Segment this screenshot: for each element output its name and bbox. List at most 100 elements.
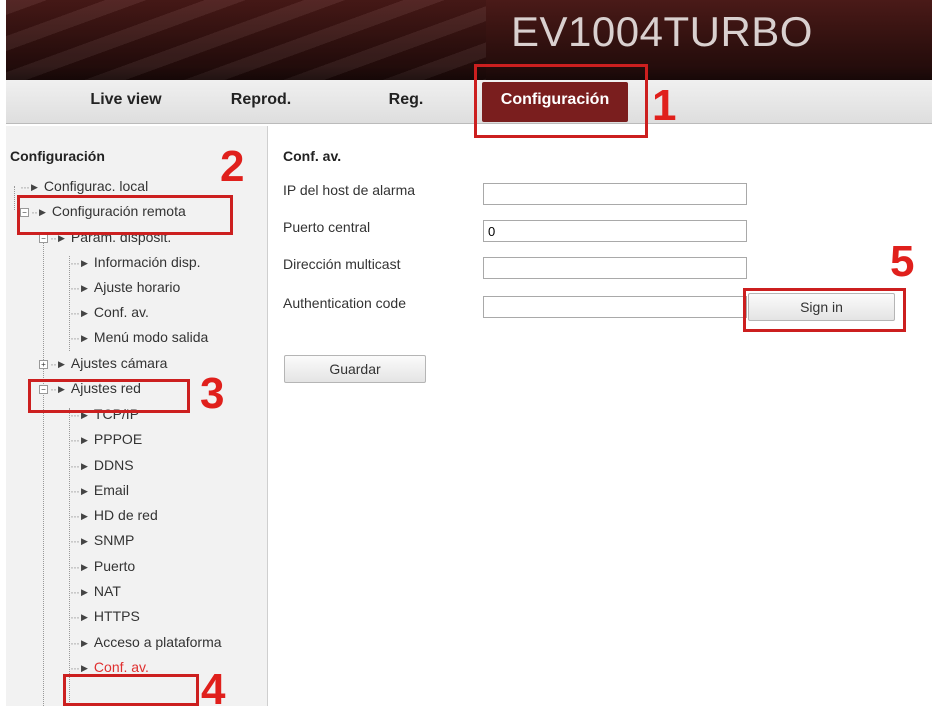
annotation-number-2: 2 bbox=[220, 142, 245, 191]
tree-connector: ··· bbox=[20, 180, 30, 194]
caret-right-icon: ▶ bbox=[81, 410, 88, 420]
sidebar-item-label: HTTPS bbox=[93, 608, 140, 624]
caret-right-icon: ▶ bbox=[81, 435, 88, 445]
tree-connector: ··· bbox=[70, 585, 80, 599]
tree-connector: ·· bbox=[50, 231, 57, 245]
caret-right-icon: ▶ bbox=[58, 359, 65, 369]
tab-reprod[interactable]: Reprod. bbox=[211, 80, 311, 124]
caret-right-icon: ▶ bbox=[81, 663, 88, 673]
sidebar-item-param-disposit[interactable]: − ·· ▶ Param. disposit. bbox=[39, 229, 171, 245]
sidebar-title: Configuración bbox=[10, 148, 105, 164]
expand-icon[interactable]: + bbox=[39, 360, 48, 369]
tree-connector: ··· bbox=[70, 281, 80, 295]
sidebar-item-label: Conf. av. bbox=[93, 659, 149, 675]
annotation-number-5: 5 bbox=[890, 237, 915, 286]
caret-right-icon: ▶ bbox=[81, 308, 88, 318]
main-panel: Conf. av. IP del host de alarma Puerto c… bbox=[269, 126, 932, 706]
collapse-icon[interactable]: − bbox=[39, 234, 48, 243]
caret-right-icon: ▶ bbox=[81, 587, 88, 597]
sidebar-item-acceso-a-plataforma[interactable]: ··· ▶ Acceso a plataforma bbox=[70, 634, 222, 650]
save-button[interactable]: Guardar bbox=[284, 355, 426, 383]
tree-connector bbox=[43, 236, 44, 706]
tree-connector: ·· bbox=[50, 382, 57, 396]
caret-right-icon: ▶ bbox=[81, 486, 88, 496]
sidebar-item-label: PPPOE bbox=[93, 431, 143, 447]
sidebar-item-snmp[interactable]: ··· ▶ SNMP bbox=[70, 532, 134, 548]
sidebar-item-informacion-disp[interactable]: ··· ▶ Información disp. bbox=[70, 254, 201, 270]
caret-right-icon: ▶ bbox=[81, 283, 88, 293]
caret-right-icon: ▶ bbox=[58, 384, 65, 394]
sidebar-item-label: SNMP bbox=[93, 532, 135, 548]
sidebar-item-label: NAT bbox=[93, 583, 121, 599]
sidebar-item-label: HD de red bbox=[93, 507, 158, 523]
alarm-host-ip-label: IP del host de alarma bbox=[283, 182, 416, 198]
tree-connector: ·· bbox=[50, 357, 57, 371]
caret-right-icon: ▶ bbox=[81, 612, 88, 622]
tab-configuracion[interactable]: Configuración bbox=[482, 82, 628, 122]
sidebar-item-ajustes-camara[interactable]: + ·· ▶ Ajustes cámara bbox=[39, 355, 167, 371]
multicast-address-input[interactable] bbox=[483, 257, 747, 279]
authentication-code-label: Authentication code bbox=[283, 295, 406, 311]
tree-connector: ··· bbox=[70, 331, 80, 345]
tree-connector bbox=[14, 186, 15, 210]
central-port-label: Puerto central bbox=[283, 219, 371, 235]
alarm-host-ip-input[interactable] bbox=[483, 183, 747, 205]
sidebar-item-hd-de-red[interactable]: ··· ▶ HD de red bbox=[70, 507, 158, 523]
annotation-number-3: 3 bbox=[200, 369, 225, 418]
sidebar-item-pppoe[interactable]: ··· ▶ PPPOE bbox=[70, 431, 142, 447]
sidebar-item-menu-modo-salida[interactable]: ··· ▶ Menú modo salida bbox=[70, 329, 208, 345]
sidebar-item-conf-av-disposit[interactable]: ··· ▶ Conf. av. bbox=[70, 304, 149, 320]
sidebar-item-label: DDNS bbox=[93, 457, 134, 473]
sidebar-item-label: Conf. av. bbox=[93, 304, 149, 320]
tab-reg[interactable]: Reg. bbox=[371, 80, 441, 124]
tree-connector: ··· bbox=[70, 459, 80, 473]
tab-live-view[interactable]: Live view bbox=[66, 80, 186, 124]
sidebar-item-label: Email bbox=[93, 482, 129, 498]
caret-right-icon: ▶ bbox=[81, 562, 88, 572]
page-title: Conf. av. bbox=[283, 148, 342, 164]
sidebar-item-ddns[interactable]: ··· ▶ DDNS bbox=[70, 457, 134, 473]
sidebar-item-label: Configurac. local bbox=[43, 178, 149, 194]
collapse-icon[interactable]: − bbox=[39, 385, 48, 394]
sidebar-tree: Configuración ··· ▶ Configurac. local − ·· ▶… bbox=[6, 126, 268, 706]
sidebar-item-ajustes-red[interactable]: − ·· ▶ Ajustes red bbox=[39, 380, 141, 396]
tree-connector: ··· bbox=[70, 256, 80, 270]
sidebar-item-label: Param. disposit. bbox=[70, 229, 172, 245]
tree-connector: ··· bbox=[70, 610, 80, 624]
caret-right-icon: ▶ bbox=[81, 638, 88, 648]
tree-connector: ··· bbox=[70, 408, 80, 422]
brand-title: EV1004TURBO bbox=[511, 8, 813, 55]
multicast-address-label: Dirección multicast bbox=[283, 256, 401, 272]
sidebar-item-tcp-ip[interactable]: ··· ▶ TCP/IP bbox=[70, 406, 139, 422]
tree-connector: ··· bbox=[70, 433, 80, 447]
sidebar-item-https[interactable]: ··· ▶ HTTPS bbox=[70, 608, 140, 624]
sidebar-item-nat[interactable]: ··· ▶ NAT bbox=[70, 583, 121, 599]
authentication-code-input[interactable] bbox=[483, 296, 747, 318]
header-banner: EV1004TURBO bbox=[6, 0, 932, 80]
sidebar-item-ajuste-horario[interactable]: ··· ▶ Ajuste horario bbox=[70, 279, 180, 295]
tree-connector: ··· bbox=[70, 484, 80, 498]
sidebar-item-label: Información disp. bbox=[93, 254, 201, 270]
sidebar-item-conf-av-red[interactable]: ··· ▶ Conf. av. bbox=[70, 659, 149, 675]
caret-right-icon: ▶ bbox=[81, 511, 88, 521]
annotation-number-4: 4 bbox=[201, 665, 226, 706]
sidebar-item-label: Ajuste horario bbox=[93, 279, 181, 295]
central-port-input[interactable] bbox=[483, 220, 747, 242]
tree-connector: ·· bbox=[31, 205, 38, 219]
sidebar-item-label: Ajustes red bbox=[70, 380, 141, 396]
caret-right-icon: ▶ bbox=[81, 461, 88, 471]
tree-connector: ··· bbox=[70, 509, 80, 523]
sidebar-item-configuracion-remota[interactable]: − ·· ▶ Configuración remota bbox=[20, 203, 186, 219]
top-nav: Live view Reprod. Reg. Configuración bbox=[6, 80, 932, 124]
sign-in-button[interactable]: Sign in bbox=[748, 293, 895, 321]
tree-connector: ··· bbox=[70, 560, 80, 574]
sidebar-item-puerto[interactable]: ··· ▶ Puerto bbox=[70, 558, 135, 574]
sidebar-item-email[interactable]: ··· ▶ Email bbox=[70, 482, 129, 498]
caret-right-icon: ▶ bbox=[81, 333, 88, 343]
caret-right-icon: ▶ bbox=[31, 182, 38, 192]
caret-right-icon: ▶ bbox=[39, 207, 46, 217]
collapse-icon[interactable]: − bbox=[20, 208, 29, 217]
sidebar-item-configurac-local[interactable]: ··· ▶ Configurac. local bbox=[20, 178, 148, 194]
sidebar-item-label: Ajustes cámara bbox=[70, 355, 168, 371]
sidebar-item-label: TCP/IP bbox=[93, 406, 140, 422]
